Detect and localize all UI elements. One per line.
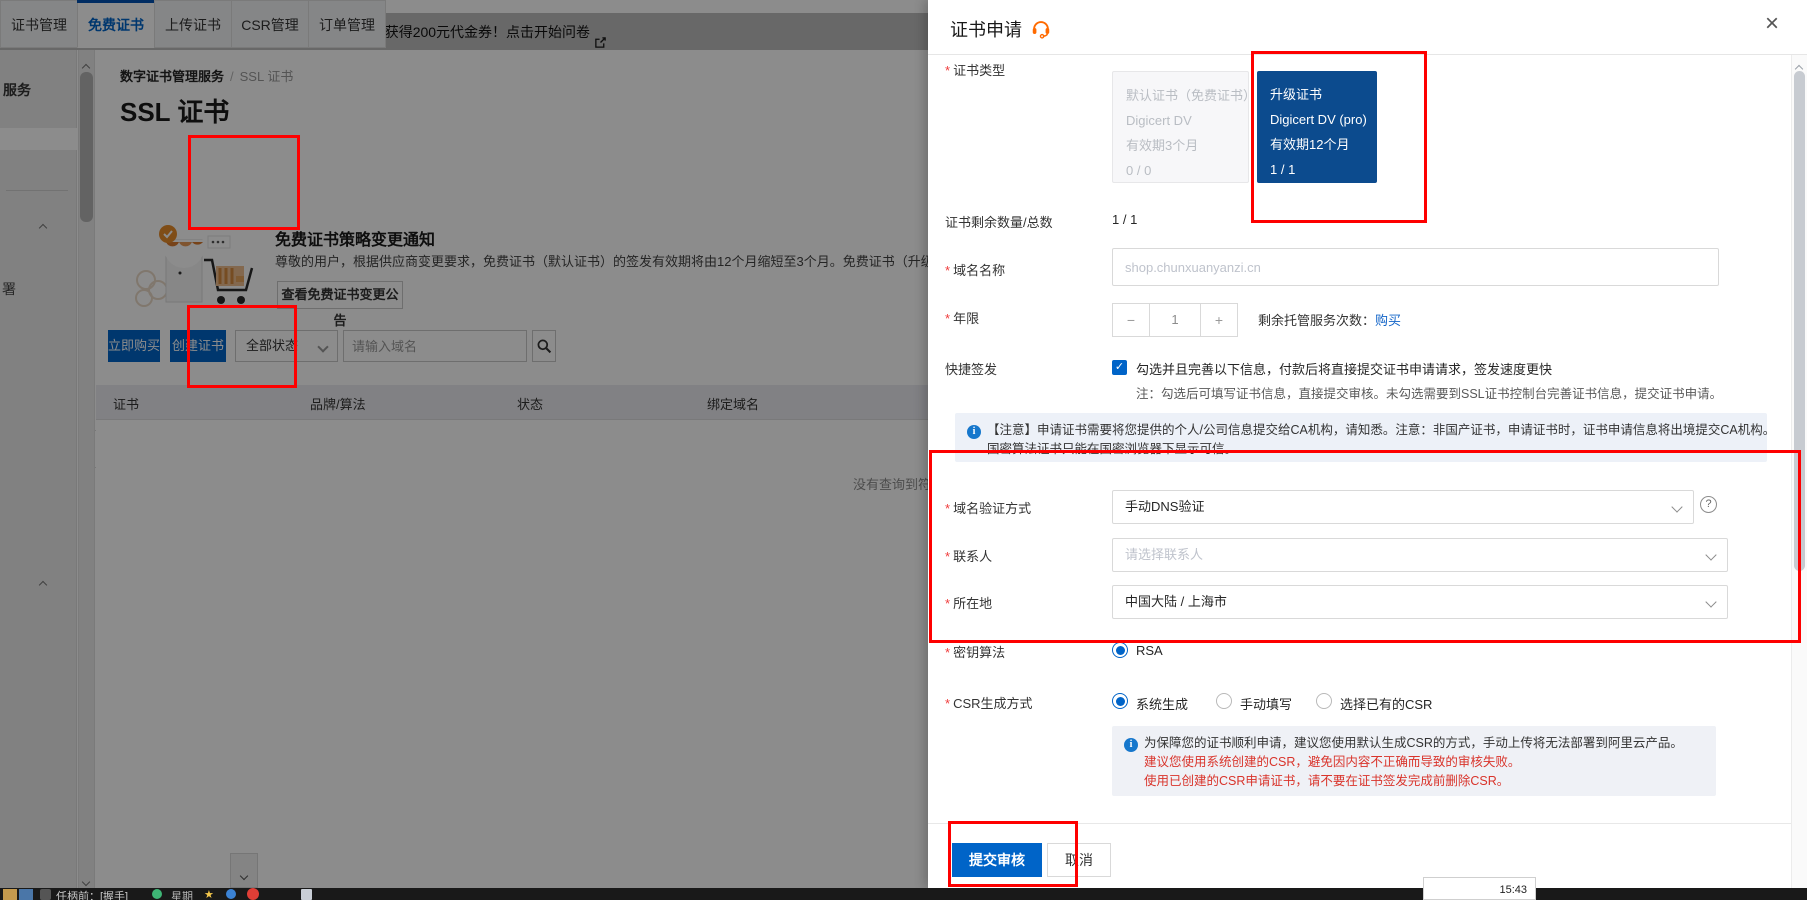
info-icon: i xyxy=(1124,738,1138,752)
radio-csr-existing[interactable] xyxy=(1316,693,1332,709)
csr-mode-label: *CSR生成方式 xyxy=(945,693,1033,712)
ca-notice-line1: 【注意】申请证书需要将您提供的个人/公司信息提交给CA机构，请知悉。注意：非国产… xyxy=(987,423,1775,437)
taskbar-app-icon[interactable] xyxy=(226,889,236,899)
info-icon: i xyxy=(967,425,981,439)
quick-issue-text: 勾选并且完善以下信息，付款后将直接提交证书申请请求，签发速度更快 xyxy=(1136,359,1552,378)
dcv-label: *域名验证方式 xyxy=(945,498,1031,517)
domain-name-input[interactable] xyxy=(1113,249,1718,285)
close-icon[interactable]: × xyxy=(1765,12,1779,36)
modal-dim-overlay[interactable] xyxy=(0,0,928,888)
years-label: *年限 xyxy=(945,308,979,327)
radio-rsa-label[interactable]: RSA xyxy=(1136,643,1163,658)
tray-clock-popup[interactable]: 15:43 xyxy=(1423,877,1536,900)
chevron-down-icon xyxy=(1671,501,1682,512)
radio-csr-existing-label[interactable]: 选择已有的CSR xyxy=(1340,694,1432,713)
csr-notice-line3: 使用已创建的CSR申请证书，请不要在证书签发完成前删除CSR。 xyxy=(1124,772,1704,791)
drawer-title: 证书申请 xyxy=(950,16,1022,42)
star-icon: ★ xyxy=(204,888,214,900)
radio-csr-system[interactable] xyxy=(1112,693,1128,709)
taskbar-chat-title[interactable]: 任柄前：[握手] xyxy=(56,888,128,900)
contact-select[interactable]: 请选择联系人 xyxy=(1112,538,1728,572)
ca-notice-line2: 国密算法证书只能在国密浏览器下显示可信。 xyxy=(967,440,1755,459)
region-label: *所在地 xyxy=(945,593,992,612)
file-icon[interactable] xyxy=(301,889,312,900)
csr-notice-line1: 为保障您的证书顺利申请，建议您使用默认生成CSR的方式，手动上传将无法部署到阿里… xyxy=(1144,736,1683,750)
taskbar-week-text: 星期 xyxy=(171,888,193,900)
radio-csr-manual[interactable] xyxy=(1216,693,1232,709)
netease-icon[interactable] xyxy=(247,888,259,900)
drawer-scrollbar-thumb[interactable] xyxy=(1794,71,1805,571)
domain-name-label: *域名名称 xyxy=(945,260,1005,279)
remaining-label: 证书剩余数量/总数 xyxy=(945,212,1053,231)
help-icon[interactable]: ? xyxy=(1700,496,1717,513)
drawer-header: 证书申请 × xyxy=(928,0,1807,55)
csr-notice-line2: 建议您使用系统创建的CSR，避免因内容不正确而导致的审核失败。 xyxy=(1124,753,1704,772)
support-headset-icon[interactable] xyxy=(1030,17,1052,44)
ca-notice-box: i【注意】申请证书需要将您提供的个人/公司信息提交给CA机构，请知悉。注意：非国… xyxy=(955,413,1767,462)
quick-issue-checkbox[interactable]: ✓ xyxy=(1112,360,1127,375)
remaining-value: 1 / 1 xyxy=(1112,212,1137,227)
cert-type-card-upgrade[interactable]: 升级证书 Digicert DV (pro) 有效期12个月 1 / 1 xyxy=(1257,71,1377,183)
wechat-icon[interactable] xyxy=(152,889,162,899)
chevron-down-icon xyxy=(1705,549,1716,560)
contact-label: *联系人 xyxy=(945,546,992,565)
csr-notice-box: i 为保障您的证书顺利申请，建议您使用默认生成CSR的方式，手动上传将无法部署到阿… xyxy=(1112,726,1716,796)
cert-apply-drawer: 证书申请 × *证书类型 默认证书（免费证书） Digicert DV 有效期3… xyxy=(928,0,1807,888)
region-select[interactable]: 中国大陆 / 上海市 xyxy=(1112,585,1728,619)
hosted-service-text: 剩余托管服务次数：购买 xyxy=(1258,310,1401,329)
stepper-minus-button[interactable]: − xyxy=(1112,303,1150,337)
cert-type-label: *证书类型 xyxy=(945,60,1005,79)
cert-type-card-default[interactable]: 默认证书（免费证书） Digicert DV 有效期3个月 0 / 0 xyxy=(1112,71,1249,183)
buy-link[interactable]: 购买 xyxy=(1375,313,1401,328)
domain-name-field[interactable] xyxy=(1112,248,1719,286)
quick-issue-note: 注：勾选后可填写证书信息，直接提交审核。未勾选需要到SSL证书控制台完善证书信息… xyxy=(1136,383,1722,402)
cancel-button[interactable]: 取消 xyxy=(1047,843,1111,877)
chevron-down-icon xyxy=(1705,596,1716,607)
quick-issue-label: 快捷签发 xyxy=(945,359,997,378)
dcv-value: 手动DNS验证 xyxy=(1125,499,1204,514)
years-stepper: − 1 + xyxy=(1112,303,1238,337)
radio-rsa[interactable] xyxy=(1112,642,1128,658)
key-algo-label: *密钥算法 xyxy=(945,642,1005,661)
radio-csr-manual-label[interactable]: 手动填写 xyxy=(1240,694,1292,713)
stepper-plus-button[interactable]: + xyxy=(1200,303,1238,337)
taskbar-thumbnail[interactable] xyxy=(3,889,17,900)
drawer-scrollbar[interactable] xyxy=(1791,55,1807,888)
taskbar-thumbnail[interactable] xyxy=(19,889,33,900)
drawer-footer: 提交审核 取消 xyxy=(928,823,1807,888)
stepper-value[interactable]: 1 xyxy=(1150,303,1200,337)
submit-review-button[interactable]: 提交审核 xyxy=(952,843,1042,877)
clock-time: 15:43 xyxy=(1499,884,1527,896)
taskbar-app-icon[interactable] xyxy=(40,889,51,900)
dcv-select[interactable]: 手动DNS验证 xyxy=(1112,490,1694,524)
region-value: 中国大陆 / 上海市 xyxy=(1125,594,1227,609)
contact-placeholder: 请选择联系人 xyxy=(1125,547,1203,562)
radio-csr-system-label[interactable]: 系统生成 xyxy=(1136,694,1188,713)
